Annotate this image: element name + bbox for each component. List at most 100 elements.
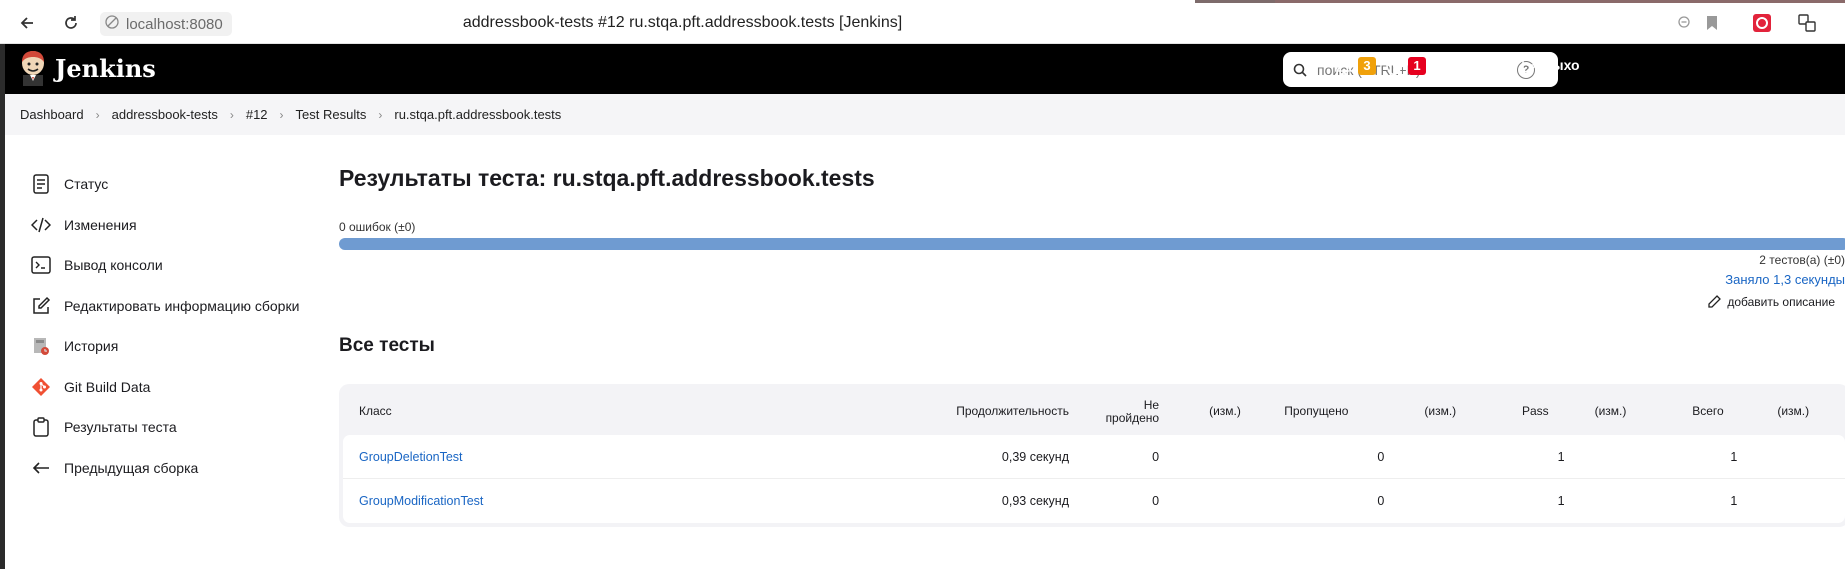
breadcrumb-label[interactable]: Dashboard	[20, 107, 84, 122]
notifications-button[interactable]: 3	[1335, 56, 1376, 76]
translate-icon[interactable]	[1797, 13, 1817, 33]
failures-summary: 0 ошибок (±0)	[339, 220, 416, 234]
shield-icon	[1386, 56, 1402, 76]
jenkins-home-link[interactable]: Jenkins	[19, 50, 156, 86]
table-row: GroupModificationTest 0,93 секунд 0 0 1 …	[343, 479, 1845, 523]
failed-diff-cell	[1169, 479, 1275, 523]
extension-icon[interactable]	[1752, 13, 1772, 33]
column-header-skipped[interactable]: Пропущено	[1274, 388, 1394, 435]
failed-cell: 0	[1078, 435, 1170, 479]
chevron-right-icon: ›	[378, 107, 383, 122]
sidebar-item-label[interactable]: Редактировать информацию сборки	[64, 298, 299, 314]
brand-name: Jenkins	[55, 53, 156, 83]
bookmark-icon[interactable]	[1702, 13, 1722, 33]
test-class-link[interactable]: GroupModificationTest	[359, 494, 483, 508]
total-diff-cell	[1747, 479, 1845, 523]
chevron-right-icon: ›	[229, 107, 234, 122]
sidebar-item-label[interactable]: История	[64, 338, 118, 354]
code-icon	[30, 214, 52, 236]
duration-cell: 0,93 секунд	[913, 479, 1079, 523]
sidebar-item-label[interactable]: Статус	[64, 176, 108, 192]
breadcrumb-label[interactable]: Test Results	[296, 107, 367, 122]
breadcrumb-label[interactable]: ru.stqa.pft.addressbook.tests	[394, 107, 561, 122]
breadcrumb-label[interactable]: #12	[246, 107, 268, 122]
sidebar-item-changes[interactable]: Изменения	[30, 205, 310, 246]
tests-table-container: Класс Продолжительность Не пройдено (изм…	[339, 384, 1845, 527]
sidebar-item-history[interactable]: История	[30, 326, 310, 367]
breadcrumb-build[interactable]: #12 ›	[246, 107, 296, 122]
table-row: GroupDeletionTest 0,39 секунд 0 0 1 1	[343, 435, 1845, 479]
all-tests-heading: Все тесты	[339, 335, 435, 356]
add-description-label[interactable]: добавить описание	[1727, 295, 1835, 309]
skipped-cell: 0	[1274, 435, 1395, 479]
sidebar-item-git-build-data[interactable]: Git Build Data	[30, 367, 310, 408]
main-content: Результаты теста: ru.stqa.pft.addressboo…	[339, 160, 1845, 527]
chevron-right-icon: ›	[95, 107, 100, 122]
arrow-left-icon	[30, 457, 52, 479]
user-icon	[1435, 56, 1453, 74]
user-menu[interactable]: admin	[1435, 56, 1516, 74]
breadcrumb: Dashboard › addressbook-tests › #12 › Test …	[5, 94, 1845, 135]
sidebar-item-label[interactable]: Git Build Data	[64, 379, 150, 395]
column-header-class[interactable]: Класс	[343, 388, 914, 435]
pass-diff-cell	[1574, 479, 1673, 523]
tab-strip-edge	[1275, 0, 1845, 3]
column-header-skipped-diff[interactable]: (изм.)	[1394, 388, 1492, 435]
sidebar-item-console[interactable]: Вывод консоли	[30, 245, 310, 286]
sidebar-item-previous-build[interactable]: Предыдущая сборка	[30, 448, 310, 489]
test-class-link[interactable]: GroupDeletionTest	[359, 450, 463, 464]
add-description-button[interactable]: добавить описание	[1707, 295, 1835, 309]
column-header-failed[interactable]: Не пройдено	[1079, 388, 1169, 435]
jenkins-header: Jenkins ? 3 1 admin выхо	[5, 44, 1845, 94]
total-diff-cell	[1747, 435, 1845, 479]
chevron-down-icon[interactable]	[1504, 59, 1516, 71]
logout-button[interactable]: выхо	[1520, 56, 1580, 74]
breadcrumb-test-results[interactable]: Test Results ›	[296, 107, 395, 122]
sidebar-item-label[interactable]: Вывод консоли	[64, 257, 163, 273]
edit-icon	[30, 295, 52, 317]
security-badge: 1	[1408, 57, 1426, 75]
test-progress-bar	[339, 238, 1845, 250]
column-header-total[interactable]: Всего	[1672, 388, 1747, 435]
failed-diff-cell	[1169, 435, 1275, 479]
user-name[interactable]: admin	[1458, 57, 1499, 73]
sidebar-item-label[interactable]: Предыдущая сборка	[64, 460, 198, 476]
zoom-icon[interactable]	[1675, 13, 1695, 33]
breadcrumb-job[interactable]: addressbook-tests ›	[112, 107, 246, 122]
notepad-icon	[30, 173, 52, 195]
sidebar-item-test-results[interactable]: Результаты теста	[30, 407, 310, 448]
sidebar-item-label[interactable]: Результаты теста	[64, 419, 177, 435]
class-cell: GroupDeletionTest	[343, 435, 914, 479]
skipped-diff-cell	[1394, 435, 1492, 479]
logout-label[interactable]: выхо	[1543, 57, 1580, 73]
column-header-pass[interactable]: Pass	[1492, 388, 1575, 435]
skipped-cell: 0	[1274, 479, 1395, 523]
breadcrumb-label[interactable]: addressbook-tests	[112, 107, 218, 122]
security-button[interactable]: 1	[1385, 56, 1426, 76]
terminal-icon	[30, 254, 52, 276]
column-header-pass-diff[interactable]: (изм.)	[1575, 388, 1673, 435]
breadcrumb-dashboard[interactable]: Dashboard ›	[20, 107, 112, 122]
tab-strip-edge	[1195, 0, 1275, 3]
skipped-diff-cell	[1394, 479, 1492, 523]
column-header-duration[interactable]: Продолжительность	[914, 388, 1079, 435]
total-cell: 1	[1672, 479, 1748, 523]
clipboard-icon	[30, 416, 52, 438]
git-icon	[30, 376, 52, 398]
sidebar-item-status[interactable]: Статус	[30, 164, 310, 205]
duration-link[interactable]: Заняло 1,3 секунды	[1725, 272, 1845, 287]
column-header-failed-diff[interactable]: (изм.)	[1169, 388, 1274, 435]
browser-toolbar: localhost:8080 addressbook-tests #12 ru.…	[0, 0, 1845, 44]
breadcrumb-package[interactable]: ru.stqa.pft.addressbook.tests	[394, 107, 561, 122]
pass-diff-cell	[1574, 435, 1673, 479]
duration-cell: 0,39 секунд	[913, 435, 1079, 479]
total-cell: 1	[1672, 435, 1748, 479]
tests-count: 2 тестов(а) (±0)	[1759, 253, 1845, 267]
pencil-icon	[1708, 295, 1722, 308]
logout-icon	[1522, 57, 1538, 73]
sidebar-item-edit-build[interactable]: Редактировать информацию сборки	[30, 286, 310, 327]
page-title: Результаты теста: ru.stqa.pft.addressboo…	[339, 165, 875, 191]
sidebar: Статус Изменения Вывод консоли Редактиро…	[30, 164, 310, 488]
sidebar-item-label[interactable]: Изменения	[64, 217, 137, 233]
column-header-total-diff[interactable]: (изм.)	[1747, 388, 1845, 435]
